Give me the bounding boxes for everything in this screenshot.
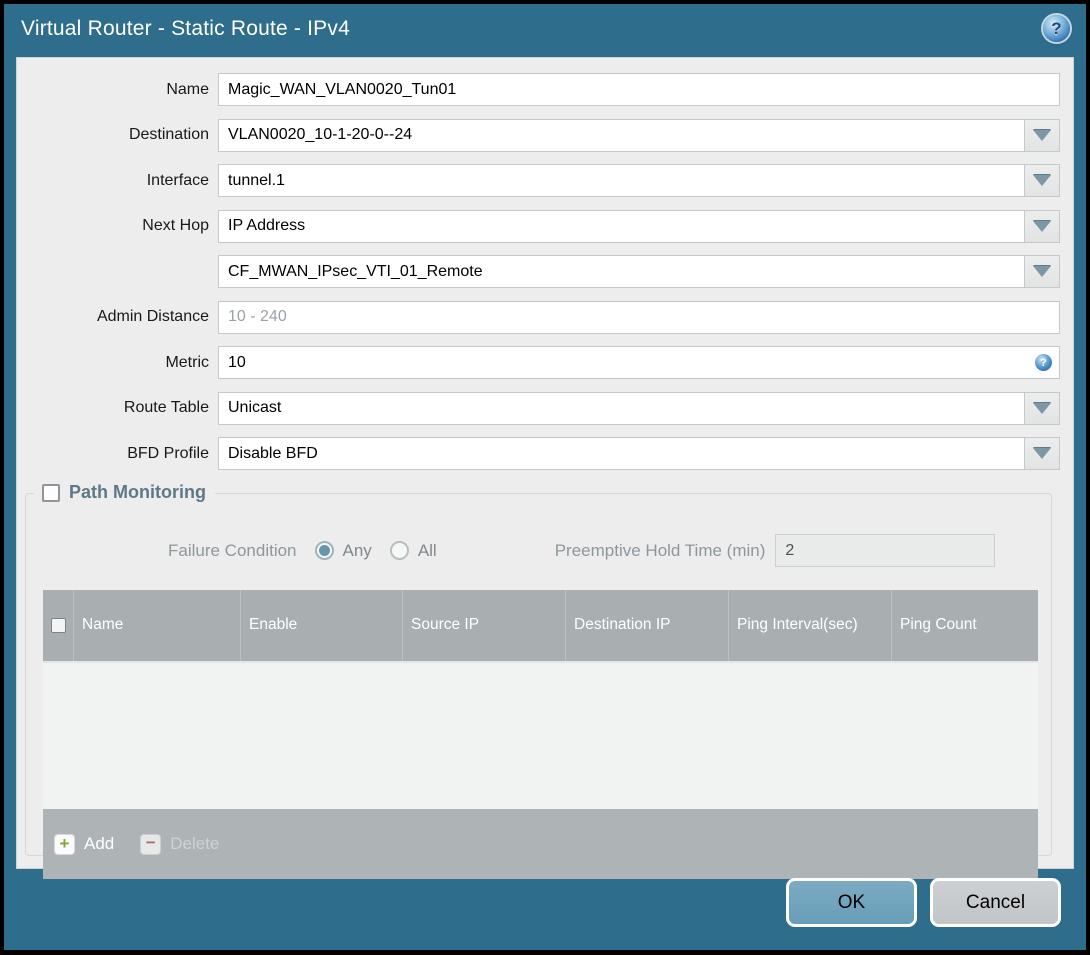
chevron-down-icon bbox=[1033, 220, 1051, 232]
admin-distance-label: Admin Distance bbox=[96, 308, 209, 325]
column-header-enable[interactable]: Enable bbox=[240, 590, 402, 661]
failure-condition-any-label: Any bbox=[342, 540, 372, 560]
form-row-interface: Interface bbox=[17, 164, 1060, 197]
form-row-admin-distance: Admin Distance bbox=[17, 300, 1060, 334]
metric-input[interactable] bbox=[218, 346, 1060, 379]
name-label: Name bbox=[166, 80, 209, 98]
preemptive-hold-time-input[interactable] bbox=[775, 534, 996, 567]
table-body-empty bbox=[43, 661, 1038, 809]
failure-condition-any-radio[interactable] bbox=[314, 541, 334, 560]
column-header-name[interactable]: Name bbox=[73, 590, 240, 661]
next-hop-type-input[interactable] bbox=[218, 209, 1025, 243]
column-header-destination-ip[interactable]: Destination IP bbox=[565, 590, 728, 661]
failure-condition-label: Failure Condition bbox=[168, 540, 297, 560]
ok-button[interactable]: OK bbox=[786, 878, 917, 927]
delete-button-label: Delete bbox=[170, 834, 220, 853]
add-button[interactable]: + Add bbox=[54, 833, 115, 855]
chevron-down-icon bbox=[1033, 402, 1051, 414]
select-all-cell bbox=[43, 590, 73, 661]
interface-input[interactable] bbox=[218, 164, 1025, 197]
form-row-next-hop: Next Hop bbox=[17, 209, 1060, 243]
table-toolbar: + Add − Delete bbox=[43, 809, 1038, 879]
column-header-ping-count[interactable]: Ping Count bbox=[891, 590, 1038, 661]
dialog-content-panel: Name Destination Interface bbox=[16, 57, 1074, 879]
path-monitoring-table: Name Enable Source IP Destination IP Pin… bbox=[43, 590, 1038, 879]
route-table-dropdown-button[interactable] bbox=[1025, 391, 1060, 425]
path-monitoring-checkbox[interactable] bbox=[42, 483, 60, 502]
chevron-down-icon bbox=[1033, 266, 1051, 277]
failure-condition-row: Failure Condition Any All Preemptive Hol… bbox=[26, 534, 1029, 567]
chevron-down-icon bbox=[1033, 448, 1051, 459]
column-header-ping-interval[interactable]: Ping Interval(sec) bbox=[728, 590, 891, 661]
interface-dropdown-button[interactable] bbox=[1025, 164, 1060, 197]
admin-distance-input[interactable] bbox=[218, 300, 1060, 334]
column-header-source-ip[interactable]: Source IP bbox=[402, 590, 565, 661]
form-row-metric: Metric ? bbox=[17, 346, 1060, 379]
next-hop-type-dropdown-button[interactable] bbox=[1025, 209, 1060, 243]
form-row-bfd-profile: BFD Profile bbox=[17, 437, 1060, 470]
add-button-label: Add bbox=[84, 834, 115, 853]
interface-label: Interface bbox=[146, 171, 209, 189]
metric-help-icon[interactable]: ? bbox=[1035, 354, 1052, 371]
bfd-profile-label: BFD Profile bbox=[127, 444, 209, 462]
form-row-next-hop-address bbox=[17, 255, 1060, 288]
bfd-profile-input[interactable] bbox=[218, 437, 1025, 470]
static-route-dialog: Virtual Router - Static Route - IPv4 ? N… bbox=[4, 4, 1086, 950]
form-row-name: Name bbox=[17, 73, 1060, 106]
form-row-route-table: Route Table bbox=[17, 391, 1060, 425]
chevron-down-icon bbox=[1033, 175, 1051, 186]
destination-dropdown-button[interactable] bbox=[1025, 118, 1060, 152]
cancel-button[interactable]: Cancel bbox=[930, 878, 1061, 927]
path-monitoring-legend: Path Monitoring bbox=[34, 482, 215, 503]
destination-label: Destination bbox=[128, 126, 209, 143]
failure-condition-all-radio[interactable] bbox=[389, 541, 409, 560]
chevron-down-icon bbox=[1033, 129, 1051, 141]
route-table-label: Route Table bbox=[123, 399, 209, 416]
table-header-row: Name Enable Source IP Destination IP Pin… bbox=[43, 590, 1038, 661]
metric-label: Metric bbox=[165, 353, 209, 371]
select-all-checkbox[interactable] bbox=[50, 618, 66, 633]
next-hop-label: Next Hop bbox=[142, 217, 209, 234]
next-hop-address-input[interactable] bbox=[218, 255, 1025, 288]
delete-button[interactable]: − Delete bbox=[140, 833, 220, 855]
failure-condition-all-label: All bbox=[417, 540, 437, 560]
name-input[interactable] bbox=[218, 73, 1060, 106]
destination-input[interactable] bbox=[218, 118, 1025, 152]
plus-icon: + bbox=[54, 833, 75, 855]
preemptive-hold-time-label: Preemptive Hold Time (min) bbox=[554, 540, 766, 560]
next-hop-address-dropdown-button[interactable] bbox=[1025, 255, 1060, 288]
dialog-titlebar: Virtual Router - Static Route - IPv4 ? bbox=[4, 4, 1086, 53]
form-row-destination: Destination bbox=[17, 118, 1060, 152]
dialog-title: Virtual Router - Static Route - IPv4 bbox=[21, 16, 350, 40]
path-monitoring-section: Path Monitoring Failure Condition Any Al… bbox=[25, 482, 1052, 879]
help-icon[interactable]: ? bbox=[1043, 15, 1070, 42]
route-table-input[interactable] bbox=[218, 391, 1025, 425]
dialog-footer: OK Cancel bbox=[786, 878, 1061, 927]
bfd-profile-dropdown-button[interactable] bbox=[1025, 437, 1060, 470]
path-monitoring-title: Path Monitoring bbox=[69, 482, 206, 502]
minus-icon: − bbox=[140, 833, 162, 855]
